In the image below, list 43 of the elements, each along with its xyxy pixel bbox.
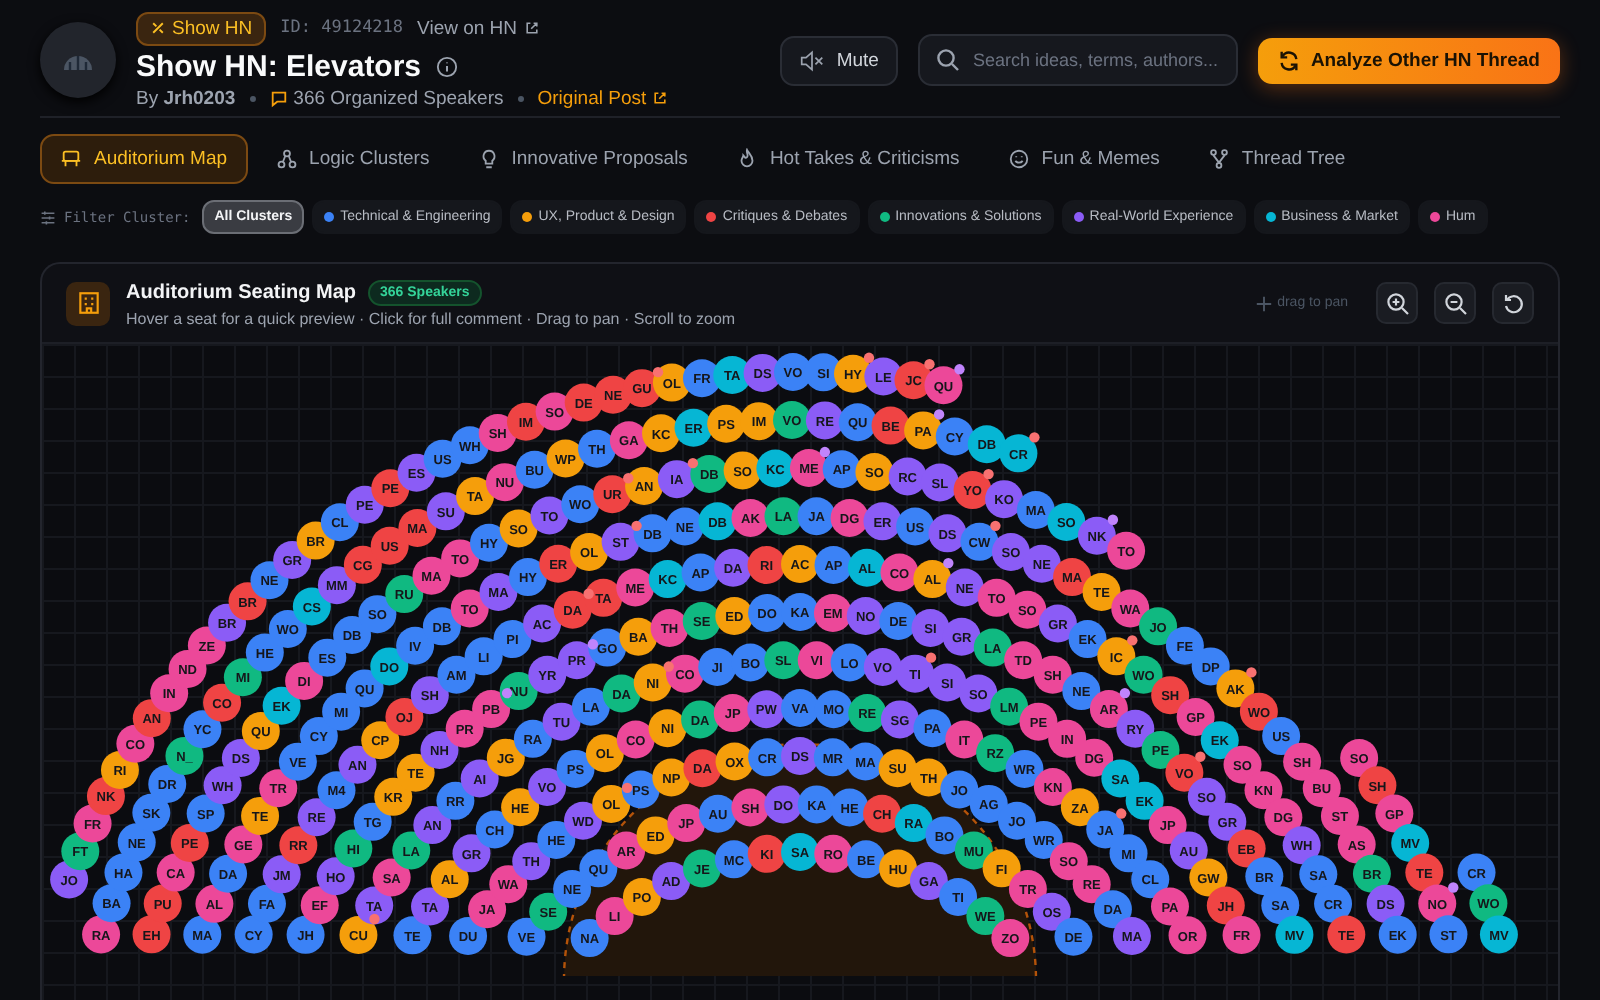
view-tab[interactable]: Thread Tree — [1187, 134, 1366, 184]
smiley-icon — [1007, 148, 1030, 170]
move-icon — [1255, 295, 1272, 311]
flame-icon — [735, 148, 758, 170]
external-link-icon — [523, 20, 540, 36]
thread-avatar — [40, 22, 116, 98]
view-tab[interactable]: Logic Clusters — [255, 134, 450, 184]
external-link-icon — [652, 90, 669, 106]
branch-icon — [1207, 148, 1230, 170]
separator-dot — [517, 95, 524, 101]
refresh-icon — [1278, 49, 1301, 71]
view-tab[interactable]: Innovative Proposals — [457, 134, 708, 184]
show-hn-badge: Show HN — [136, 11, 267, 45]
view-tab[interactable]: Auditorium Map — [40, 134, 248, 184]
muted-speaker-icon — [800, 49, 825, 71]
view-on-hn-link[interactable]: View on HN — [417, 17, 540, 39]
thread-id: ID: 49124218 — [280, 18, 404, 38]
reset-view-button[interactable] — [1492, 282, 1534, 324]
separator-dot — [249, 95, 256, 101]
network-icon — [275, 148, 298, 170]
lightbulb-icon — [477, 148, 500, 170]
thread-title: Show HN: Elevators — [136, 49, 422, 83]
zoom-out-icon — [1443, 291, 1467, 315]
comment-icon — [269, 89, 288, 107]
seat-icon — [60, 148, 82, 170]
original-post-link[interactable]: Original Post — [537, 87, 661, 109]
map-title: Auditorium Seating Map — [126, 281, 356, 303]
info-icon[interactable] — [435, 55, 458, 77]
building-icon — [66, 281, 110, 325]
view-tab[interactable]: Fun & Memes — [987, 134, 1180, 184]
filter-icon — [40, 209, 56, 225]
view-tab[interactable]: Hot Takes & Criticisms — [715, 134, 980, 184]
map-hint: Hover a seat for a quick preview · Click for full comment · Drag to pan · Scroll to zoom — [126, 309, 736, 327]
reset-icon — [1501, 291, 1525, 315]
analyze-thread-button[interactable]: Analyze Other HN Thread — [1258, 37, 1560, 83]
zoom-in-button[interactable] — [1376, 282, 1418, 324]
zoom-in-icon — [1385, 291, 1409, 315]
author-text: By Jrh0203 — [136, 87, 236, 109]
mute-button[interactable]: Mute — [780, 35, 899, 85]
speakers-count: 366 Organized Speakers — [293, 87, 504, 109]
zoom-out-button[interactable] — [1434, 282, 1476, 324]
search-icon — [936, 48, 961, 72]
search-field[interactable]: Search ideas, terms, authors... — [918, 34, 1239, 86]
